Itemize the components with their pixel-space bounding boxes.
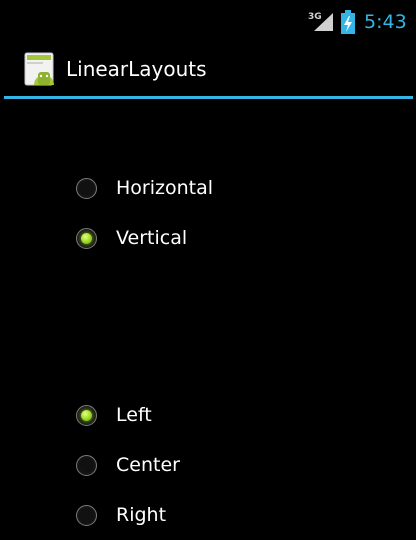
radio-unchecked-icon[interactable] xyxy=(76,177,97,199)
radio-unchecked-icon[interactable] xyxy=(76,504,97,526)
radio-label: Vertical xyxy=(116,227,188,249)
signal-icon: 3G xyxy=(308,12,333,31)
android-app-icon xyxy=(24,52,54,86)
app-title: LinearLayouts xyxy=(66,57,207,81)
status-bar: 3G 5:43 xyxy=(0,0,416,44)
battery-charging-icon xyxy=(341,10,355,34)
radio-checked-icon[interactable] xyxy=(76,227,97,249)
radio-option-left[interactable]: Left xyxy=(72,390,372,440)
radio-label: Right xyxy=(116,504,167,526)
status-clock: 5:43 xyxy=(364,11,407,33)
radio-option-right[interactable]: Right xyxy=(72,490,372,540)
radio-label: Horizontal xyxy=(116,177,214,199)
orientation-radio-group: Horizontal Vertical xyxy=(72,163,372,263)
radio-option-center[interactable]: Center xyxy=(72,440,372,490)
action-bar-divider xyxy=(4,96,413,99)
radio-option-horizontal[interactable]: Horizontal xyxy=(72,163,372,213)
radio-label: Left xyxy=(116,404,152,426)
radio-option-vertical[interactable]: Vertical xyxy=(72,213,372,263)
radio-unchecked-icon[interactable] xyxy=(76,454,97,476)
gravity-radio-group: Left Center Right xyxy=(72,390,372,540)
network-type-label: 3G xyxy=(308,12,322,22)
radio-checked-icon[interactable] xyxy=(76,404,97,426)
radio-label: Center xyxy=(116,454,180,476)
action-bar: LinearLayouts xyxy=(0,44,416,96)
